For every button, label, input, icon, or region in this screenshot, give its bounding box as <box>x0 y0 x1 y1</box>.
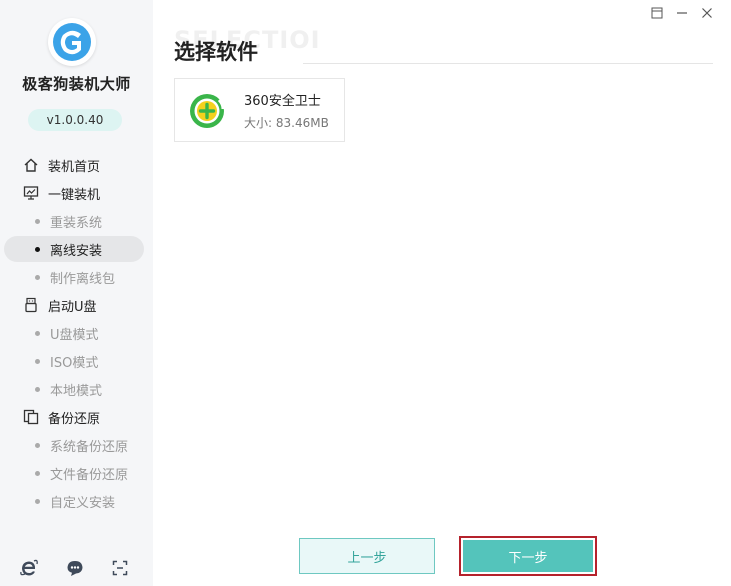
bullet-dot <box>35 386 40 392</box>
bullet-dot <box>35 246 40 252</box>
bullet-dot <box>35 498 40 504</box>
sidebar-item-label: 一键装机 <box>48 187 101 203</box>
restore-icon <box>651 7 663 19</box>
sidebar-item-iso-mode[interactable]: ISO模式 <box>0 347 153 375</box>
monitor-icon <box>22 184 40 202</box>
sidebar-item-offline-install[interactable]: 离线安装 <box>0 235 153 263</box>
bullet-dot <box>35 330 40 336</box>
bullet-dot <box>35 470 40 476</box>
bullet-dot <box>35 442 40 448</box>
sidebar-menu: 装机首页 一键装机 重装系统 离线安装 制作离线包 启动U盘 U盘模式 ISO模… <box>0 151 153 515</box>
sidebar-item-label: 启动U盘 <box>48 299 97 315</box>
screenshot-icon[interactable] <box>109 557 131 579</box>
page-title: 选择软件 <box>174 40 258 64</box>
sidebar-item-label: 离线安装 <box>50 243 103 259</box>
home-icon <box>22 156 40 174</box>
app-name: 极客狗装机大师 <box>22 75 131 93</box>
chat-icon[interactable] <box>64 557 86 579</box>
sidebar-item-system-backup-restore[interactable]: 系统备份还原 <box>0 431 153 459</box>
360-security-icon <box>187 91 227 131</box>
sidebar-item-label: 自定义安装 <box>50 495 116 511</box>
minimize-button[interactable] <box>673 4 691 22</box>
software-size: 大小: 83.46MB <box>244 116 329 130</box>
close-button[interactable] <box>698 4 716 22</box>
dog-logo-icon <box>53 23 91 61</box>
sidebar-item-file-backup-restore[interactable]: 文件备份还原 <box>0 459 153 487</box>
app-logo <box>48 18 96 66</box>
minimize-icon <box>677 12 687 14</box>
sidebar-item-label: 制作离线包 <box>50 271 116 287</box>
sidebar-item-one-click-install[interactable]: 一键装机 <box>0 179 153 207</box>
next-step-button[interactable]: 下一步 <box>459 536 597 576</box>
sidebar-item-label: U盘模式 <box>50 327 99 343</box>
sidebar-item-label: 本地模式 <box>50 383 103 399</box>
sidebar: 极客狗装机大师 v1.0.0.40 装机首页 一键装机 重装系统 离线安装 制作… <box>0 0 153 586</box>
sidebar-item-custom-install[interactable]: 自定义安装 <box>0 487 153 515</box>
sidebar-item-backup-restore[interactable]: 备份还原 <box>0 403 153 431</box>
close-icon <box>702 8 712 18</box>
ie-browser-icon[interactable] <box>18 557 40 579</box>
usb-icon <box>22 296 40 314</box>
sidebar-item-label: ISO模式 <box>50 355 99 371</box>
sidebar-item-home[interactable]: 装机首页 <box>0 151 153 179</box>
sidebar-item-local-mode[interactable]: 本地模式 <box>0 375 153 403</box>
sidebar-item-usb-mode[interactable]: U盘模式 <box>0 319 153 347</box>
title-divider <box>303 63 713 64</box>
sidebar-item-label: 重装系统 <box>50 215 103 231</box>
version-badge: v1.0.0.40 <box>28 109 122 131</box>
software-card[interactable]: 360安全卫士 大小: 83.46MB <box>174 78 345 142</box>
sidebar-item-boot-usb[interactable]: 启动U盘 <box>0 291 153 319</box>
bullet-dot <box>35 218 40 224</box>
sidebar-item-make-offline-package[interactable]: 制作离线包 <box>0 263 153 291</box>
next-step-label: 下一步 <box>463 540 593 572</box>
previous-step-button[interactable]: 上一步 <box>299 538 435 574</box>
sidebar-item-label: 备份还原 <box>48 411 101 427</box>
bullet-dot <box>35 274 40 280</box>
software-name: 360安全卫士 <box>244 94 321 109</box>
bullet-dot <box>35 358 40 364</box>
sidebar-item-label: 系统备份还原 <box>50 439 129 455</box>
sidebar-footer <box>0 555 153 583</box>
sidebar-item-label: 装机首页 <box>48 159 101 175</box>
restore-button[interactable] <box>648 4 666 22</box>
sidebar-item-label: 文件备份还原 <box>50 467 129 483</box>
sidebar-item-reinstall-system[interactable]: 重装系统 <box>0 207 153 235</box>
backup-icon <box>22 408 40 426</box>
